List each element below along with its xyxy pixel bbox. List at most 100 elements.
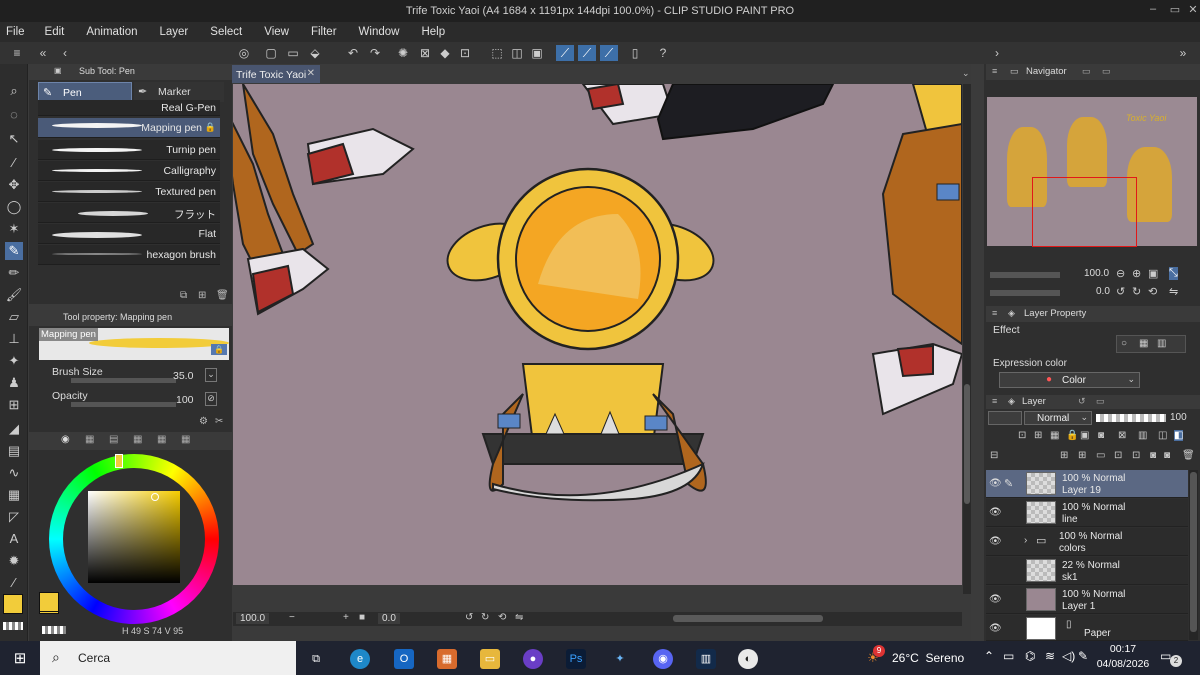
zoom-slider[interactable]	[990, 272, 1060, 278]
saturation-value-square[interactable]	[88, 491, 180, 583]
fill-icon[interactable]: ◆	[436, 45, 454, 61]
tab-marker[interactable]: ✒ Marker	[134, 82, 224, 102]
brush-item[interactable]: hexagon brush	[38, 245, 220, 265]
lock-icon[interactable]: 🔒	[211, 344, 227, 355]
auto-select-icon[interactable]: ✶	[5, 220, 23, 238]
grip-icon[interactable]: ≡	[992, 396, 997, 406]
eye-icon[interactable]: 👁	[989, 507, 1002, 518]
layer-row[interactable]: 👁 100 % Normal Layer 1	[986, 586, 1188, 614]
opacity-value[interactable]: 100	[176, 394, 194, 406]
vertical-scrollbar[interactable]	[963, 84, 971, 594]
rotate-right-icon[interactable]: ↻	[1132, 285, 1141, 298]
invert-selection-icon[interactable]: ◫	[508, 45, 526, 61]
outlook-icon[interactable]: O	[394, 649, 414, 669]
menu-filter[interactable]: Filter	[311, 26, 337, 38]
brush-item-selected[interactable]: Mapping pen 🔒	[38, 118, 220, 138]
help-icon[interactable]: ?	[654, 45, 672, 61]
volume-icon[interactable]: ◁)	[1062, 649, 1075, 663]
layer-property-title[interactable]: Layer Property	[1024, 308, 1086, 319]
blend-icon[interactable]: ✦	[5, 352, 23, 370]
collapse-left-icon[interactable]: «	[34, 45, 52, 61]
menu-select[interactable]: Select	[210, 26, 242, 38]
new-raster-layer-icon[interactable]: ⊞	[1060, 450, 1068, 461]
chevron-right-icon[interactable]: ›	[988, 45, 1006, 61]
file-explorer-icon[interactable]: ▭	[480, 649, 500, 669]
layer-property-tab-icon[interactable]: ◈	[1008, 308, 1015, 319]
opacity-slider[interactable]	[71, 402, 176, 407]
reset-rotation-icon[interactable]: ⟲	[1148, 285, 1157, 298]
layer-row[interactable]: 👁 ▯ Paper	[986, 615, 1188, 641]
tab-pen[interactable]: ✎ Pen	[38, 82, 132, 102]
snap-grid-icon[interactable]: ⟋	[600, 45, 618, 61]
maximize-icon[interactable]: ▭	[1168, 3, 1182, 17]
fill-bucket-icon[interactable]: ◢	[5, 420, 23, 438]
settings-select-icon[interactable]: ◧	[1174, 430, 1184, 441]
expression-color-select[interactable]: ● Color ⌄	[999, 372, 1140, 388]
layer-panel-title[interactable]: Layer	[1022, 396, 1046, 407]
brush-item[interactable]: フラット	[38, 203, 220, 223]
menu-help[interactable]: Help	[421, 26, 445, 38]
brush-item[interactable]: Flat	[38, 224, 220, 244]
eye-icon[interactable]: 👁	[989, 594, 1002, 605]
minimize-icon[interactable]: –	[1146, 3, 1160, 17]
eyedropper-icon[interactable]: ⁄	[5, 154, 23, 172]
photoshop-icon[interactable]: Ps	[566, 649, 586, 669]
close-tab-icon[interactable]: ✕	[307, 68, 315, 79]
menu-edit[interactable]: Edit	[45, 26, 65, 38]
settings-icon[interactable]: ⚙	[199, 416, 208, 427]
lasso-icon[interactable]: ◯	[5, 198, 23, 216]
layer-row[interactable]: 👁 › ▭ 100 % Normal colors	[986, 528, 1188, 556]
eye-icon[interactable]: 👁	[989, 536, 1002, 547]
battery-icon[interactable]: ▭	[1003, 649, 1014, 663]
tone-effect-icon[interactable]: ▦	[1139, 338, 1148, 349]
edge-icon[interactable]: e	[350, 649, 370, 669]
weather-text[interactable]: 26°C Sereno	[892, 651, 964, 665]
navigator-zoom-value[interactable]: 100.0	[1084, 268, 1109, 279]
correct-line-icon[interactable]: ⁄	[5, 574, 23, 592]
eraser-icon[interactable]: ▱	[5, 308, 23, 326]
clip-studio-icon[interactable]: ◎	[235, 45, 253, 61]
navigator-preview[interactable]: Toxic Yaoi	[987, 97, 1197, 247]
brush-size-slider[interactable]	[71, 378, 176, 383]
layer-opacity-value[interactable]: 100	[1170, 412, 1187, 423]
tablet-icon[interactable]: ▯	[626, 45, 644, 61]
viewport-rectangle[interactable]	[1032, 177, 1137, 247]
wrench-icon[interactable]: ✂	[215, 416, 223, 427]
brush-size-value[interactable]: 35.0	[173, 370, 193, 382]
clock-time[interactable]: 00:17	[1096, 643, 1150, 655]
menu-toggle-icon[interactable]: ≡	[8, 45, 26, 61]
paint-icon[interactable]: ●	[523, 649, 543, 669]
snap-special-ruler-icon[interactable]: ⟋	[578, 45, 596, 61]
text-icon[interactable]: A	[5, 530, 23, 548]
menu-animation[interactable]: Animation	[86, 26, 137, 38]
layer-list-icon[interactable]: ⊟	[990, 450, 998, 461]
layer-tab-icon[interactable]: ◈	[1008, 396, 1015, 407]
actual-size-icon[interactable]: ▣	[1148, 267, 1158, 280]
transfer-down-icon[interactable]: ⊡	[1114, 450, 1122, 461]
layer-color-icon[interactable]: ▥	[1157, 338, 1166, 349]
layer-color-icon[interactable]: ◫	[1158, 430, 1167, 441]
close-icon[interactable]: ✕	[1186, 3, 1200, 17]
navigator-angle-value[interactable]: 0.0	[1096, 286, 1110, 297]
brush-icon[interactable]: 🖌	[5, 286, 23, 304]
zoom-in-icon[interactable]: ⊕	[1132, 267, 1141, 280]
layer-scrollbar[interactable]	[1189, 470, 1198, 640]
rotate-right-icon[interactable]: ↻	[481, 612, 489, 623]
blend-mode-select[interactable]: Normal ⌄	[1024, 411, 1092, 425]
layer-opacity-slider[interactable]	[1096, 414, 1166, 422]
undo-icon[interactable]: ↶	[344, 45, 362, 61]
save-icon[interactable]: ⬙	[306, 45, 324, 61]
navigator-tab-icon[interactable]: ▭	[1010, 66, 1019, 77]
rotate-slider[interactable]	[990, 290, 1060, 296]
color-main-swatch[interactable]	[39, 592, 59, 612]
lock-icon[interactable]: 🔒	[1066, 430, 1078, 441]
flip-icon[interactable]: ⇋	[515, 612, 523, 623]
eye-icon[interactable]: 👁	[989, 478, 1002, 489]
copy-subtool-icon[interactable]: ⧉	[180, 290, 187, 301]
snap-ruler-icon[interactable]: ⟋	[556, 45, 574, 61]
rotate-left-icon[interactable]: ↺	[1116, 285, 1125, 298]
layer-row[interactable]: 22 % Normal sk1	[986, 557, 1188, 585]
lock-transparent-icon[interactable]: ▣	[1080, 430, 1089, 441]
color-set-tab-icon[interactable]: ▦	[85, 434, 94, 445]
equalizer-app-icon[interactable]: ▥	[696, 649, 716, 669]
